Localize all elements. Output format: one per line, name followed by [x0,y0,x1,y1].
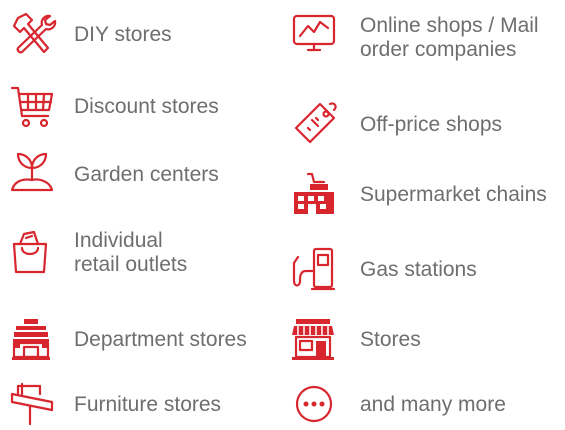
category-diy-stores: DIY stores [8,10,268,60]
category-label: Off-price shops [360,113,503,136]
furniture-icon [8,380,60,430]
category-label: Discount stores [74,95,219,118]
category-individual-retail-outlets: Individual retail outlets [8,228,268,278]
category-department-stores: Department stores [8,315,288,365]
category-online-shops: Online shops / Mail order companies [290,10,560,66]
category-label: Gas stations [360,258,477,281]
monitor-chart-icon [290,10,342,60]
label-line-2: order companies [360,38,517,61]
tools-icon [8,10,60,60]
category-label: Individual retail outlets [74,229,254,277]
department-store-icon [8,315,60,365]
price-tag-icon [290,100,342,150]
category-off-price-shops: Off-price shops [290,100,560,150]
label-line-1: Online shops / Mail [360,14,539,37]
category-furniture-stores: Furniture stores [8,380,268,430]
supermarket-icon [290,170,342,220]
category-label: Garden centers [74,163,219,186]
label-line-2: retail outlets [74,253,188,276]
category-and-many-more: and many more [290,380,560,430]
category-label: DIY stores [74,23,172,46]
category-label: Furniture stores [74,393,222,416]
category-discount-stores: Discount stores [8,82,268,132]
shopping-cart-icon [8,82,60,132]
label-line-1: Individual [74,229,163,252]
sprout-icon [8,150,60,200]
more-dots-icon [290,380,342,430]
category-label: Stores [360,328,421,351]
category-label: Online shops / Mail order companies [360,14,560,62]
category-stores: Stores [290,315,560,365]
category-garden-centers: Garden centers [8,150,268,200]
category-label: Supermarket chains [360,183,547,206]
category-label: Department stores [74,328,247,351]
category-supermarket-chains: Supermarket chains [290,170,565,220]
category-label: and many more [360,393,506,416]
shopping-bag-icon [8,228,60,278]
category-gas-stations: Gas stations [290,245,560,295]
gas-pump-icon [290,245,342,295]
storefront-icon [290,315,342,365]
